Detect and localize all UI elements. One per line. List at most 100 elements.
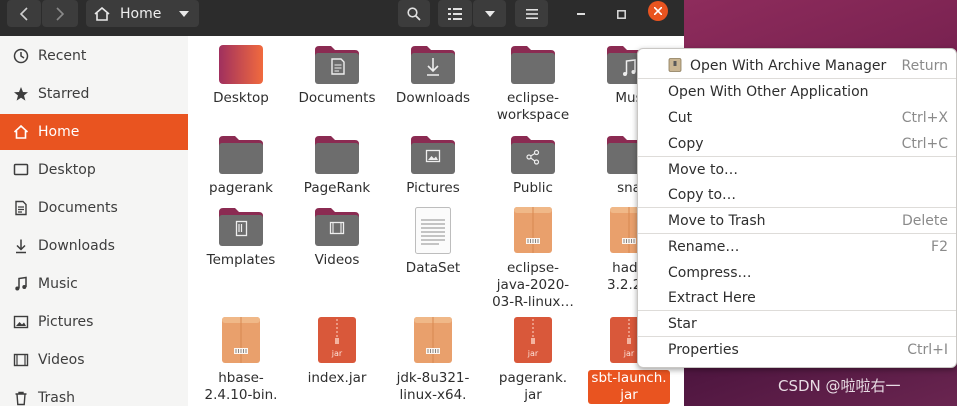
- hamburger-icon: [525, 8, 538, 19]
- picture-icon: [13, 314, 29, 330]
- file-name: Documents: [298, 90, 376, 106]
- forward-button[interactable]: [42, 0, 78, 27]
- menu-item-cut[interactable]: Cut Ctrl+X: [638, 105, 956, 130]
- file-name: DataSet: [405, 260, 461, 276]
- sidebar-item-label: Documents: [38, 200, 118, 216]
- file-name: Pictures: [406, 180, 460, 196]
- menu-item-shortcut: F2: [931, 238, 948, 255]
- file-name: pagerank. jar: [498, 370, 568, 403]
- text-file-icon: [409, 206, 457, 256]
- file-item[interactable]: jar index.jar: [289, 316, 385, 387]
- folder-icon: [217, 134, 265, 176]
- close-button[interactable]: [648, 1, 668, 21]
- file-item[interactable]: DataSet: [385, 206, 481, 277]
- sidebar-item-desktop[interactable]: Desktop: [0, 152, 188, 188]
- menu-item-star[interactable]: Star: [638, 311, 956, 336]
- file-name: sbt-launch. jar: [588, 370, 670, 404]
- folder-icon: [217, 206, 265, 248]
- menu-item-shortcut: Return: [901, 57, 948, 74]
- menu-item-move-to-trash[interactable]: Move to Trash Delete: [638, 208, 956, 233]
- back-button[interactable]: [7, 0, 41, 27]
- svg-text:jar: jar: [527, 349, 539, 358]
- menu-item-label: Properties: [668, 341, 739, 358]
- menu-item-extract-here[interactable]: Extract Here: [638, 285, 956, 310]
- sidebar-item-label: Home: [38, 124, 80, 140]
- file-item[interactable]: Pictures: [385, 134, 481, 197]
- sidebar-item-recent[interactable]: Recent: [0, 38, 188, 74]
- minimize-icon: [577, 13, 585, 15]
- sidebar-item-home[interactable]: Home: [0, 114, 188, 150]
- menu-item-shortcut: Ctrl+I: [907, 341, 948, 358]
- menu-item-open-with-archive-manager[interactable]: Open With Archive Manager Return: [638, 53, 956, 78]
- menu-button[interactable]: [515, 0, 548, 27]
- file-item[interactable]: PageRank: [289, 134, 385, 197]
- maximize-icon: [616, 9, 626, 19]
- document-icon: [13, 200, 29, 216]
- file-item[interactable]: Desktop: [193, 44, 289, 107]
- list-view-icon: [448, 7, 462, 20]
- file-item[interactable]: Videos: [289, 206, 385, 269]
- sidebar-item-music[interactable]: Music: [0, 266, 188, 302]
- file-item[interactable]: jdk-8u321- linux-x64. tar.gz: [385, 316, 481, 406]
- file-item[interactable]: Templates: [193, 206, 289, 269]
- caret-down-icon: [179, 10, 190, 17]
- file-name: Templates: [206, 252, 276, 268]
- sidebar-item-documents[interactable]: Documents: [0, 190, 188, 226]
- file-name: eclipse- workspace: [496, 90, 570, 123]
- menu-item-label: Open With Other Application: [668, 83, 869, 100]
- view-options-button[interactable]: [473, 0, 506, 27]
- sidebar-item-label: Desktop: [38, 162, 96, 178]
- sidebar-item-videos[interactable]: Videos: [0, 342, 188, 378]
- location-button[interactable]: Home: [86, 0, 199, 27]
- video-icon: [13, 352, 29, 368]
- search-button[interactable]: [398, 0, 430, 27]
- clock-icon: [13, 48, 29, 64]
- sidebar: Recent Starred Home Desktop Documents Downloa…: [0, 36, 189, 406]
- music-icon: [13, 276, 29, 292]
- location-label: Home: [120, 5, 162, 22]
- sidebar-item-trash[interactable]: Trash: [0, 380, 188, 406]
- menu-item-move-to[interactable]: Move to…: [638, 157, 956, 182]
- file-item[interactable]: eclipse- workspace: [485, 44, 581, 124]
- jar-file-icon: jar: [313, 316, 361, 366]
- menu-item-rename[interactable]: Rename… F2: [638, 234, 956, 259]
- file-name: Downloads: [395, 90, 471, 106]
- menu-item-properties[interactable]: Properties Ctrl+I: [638, 337, 956, 362]
- menu-item-label: Star: [668, 315, 697, 332]
- minimize-button[interactable]: [570, 3, 592, 25]
- menu-item-label: Compress…: [668, 264, 752, 281]
- maximize-button[interactable]: [610, 3, 632, 25]
- download-icon: [13, 238, 29, 254]
- chevron-left-icon: [19, 6, 28, 21]
- archive-file-icon: [217, 316, 265, 366]
- home-icon: [94, 6, 110, 21]
- view-list-button[interactable]: [438, 0, 472, 27]
- file-item[interactable]: pagerank: [193, 134, 289, 197]
- file-item[interactable]: hbase- 2.4.10-bin. tar.gz: [193, 316, 289, 406]
- sidebar-item-pictures[interactable]: Pictures: [0, 304, 188, 340]
- menu-item-shortcut: Delete: [902, 212, 948, 229]
- file-name: Videos: [314, 252, 360, 268]
- chevron-right-icon: [56, 6, 65, 21]
- file-item[interactable]: Public: [485, 134, 581, 197]
- file-item[interactable]: eclipse- java-2020- 03-R-linux…: [485, 206, 581, 311]
- menu-item-copy-to[interactable]: Copy to…: [638, 182, 956, 207]
- menu-item-label: Move to…: [668, 161, 739, 178]
- menu-item-label: Rename…: [668, 238, 740, 255]
- search-icon: [407, 6, 421, 21]
- menu-item-copy[interactable]: Copy Ctrl+C: [638, 131, 956, 156]
- file-item[interactable]: jar pagerank. jar: [485, 316, 581, 404]
- svg-text:jar: jar: [331, 349, 343, 358]
- menu-item-label: Move to Trash: [668, 212, 766, 229]
- folder-icon: [313, 44, 361, 86]
- file-item[interactable]: Documents: [289, 44, 385, 107]
- sidebar-item-starred[interactable]: Starred: [0, 76, 188, 112]
- file-item[interactable]: Downloads: [385, 44, 481, 107]
- folder-icon: [409, 134, 457, 176]
- archive-manager-icon: [668, 58, 682, 72]
- folder-icon: [409, 44, 457, 86]
- file-name: jdk-8u321- linux-x64. tar.gz: [396, 370, 470, 406]
- menu-item-open-with-other-application[interactable]: Open With Other Application: [638, 79, 956, 104]
- menu-item-compress[interactable]: Compress…: [638, 260, 956, 285]
- sidebar-item-downloads[interactable]: Downloads: [0, 228, 188, 264]
